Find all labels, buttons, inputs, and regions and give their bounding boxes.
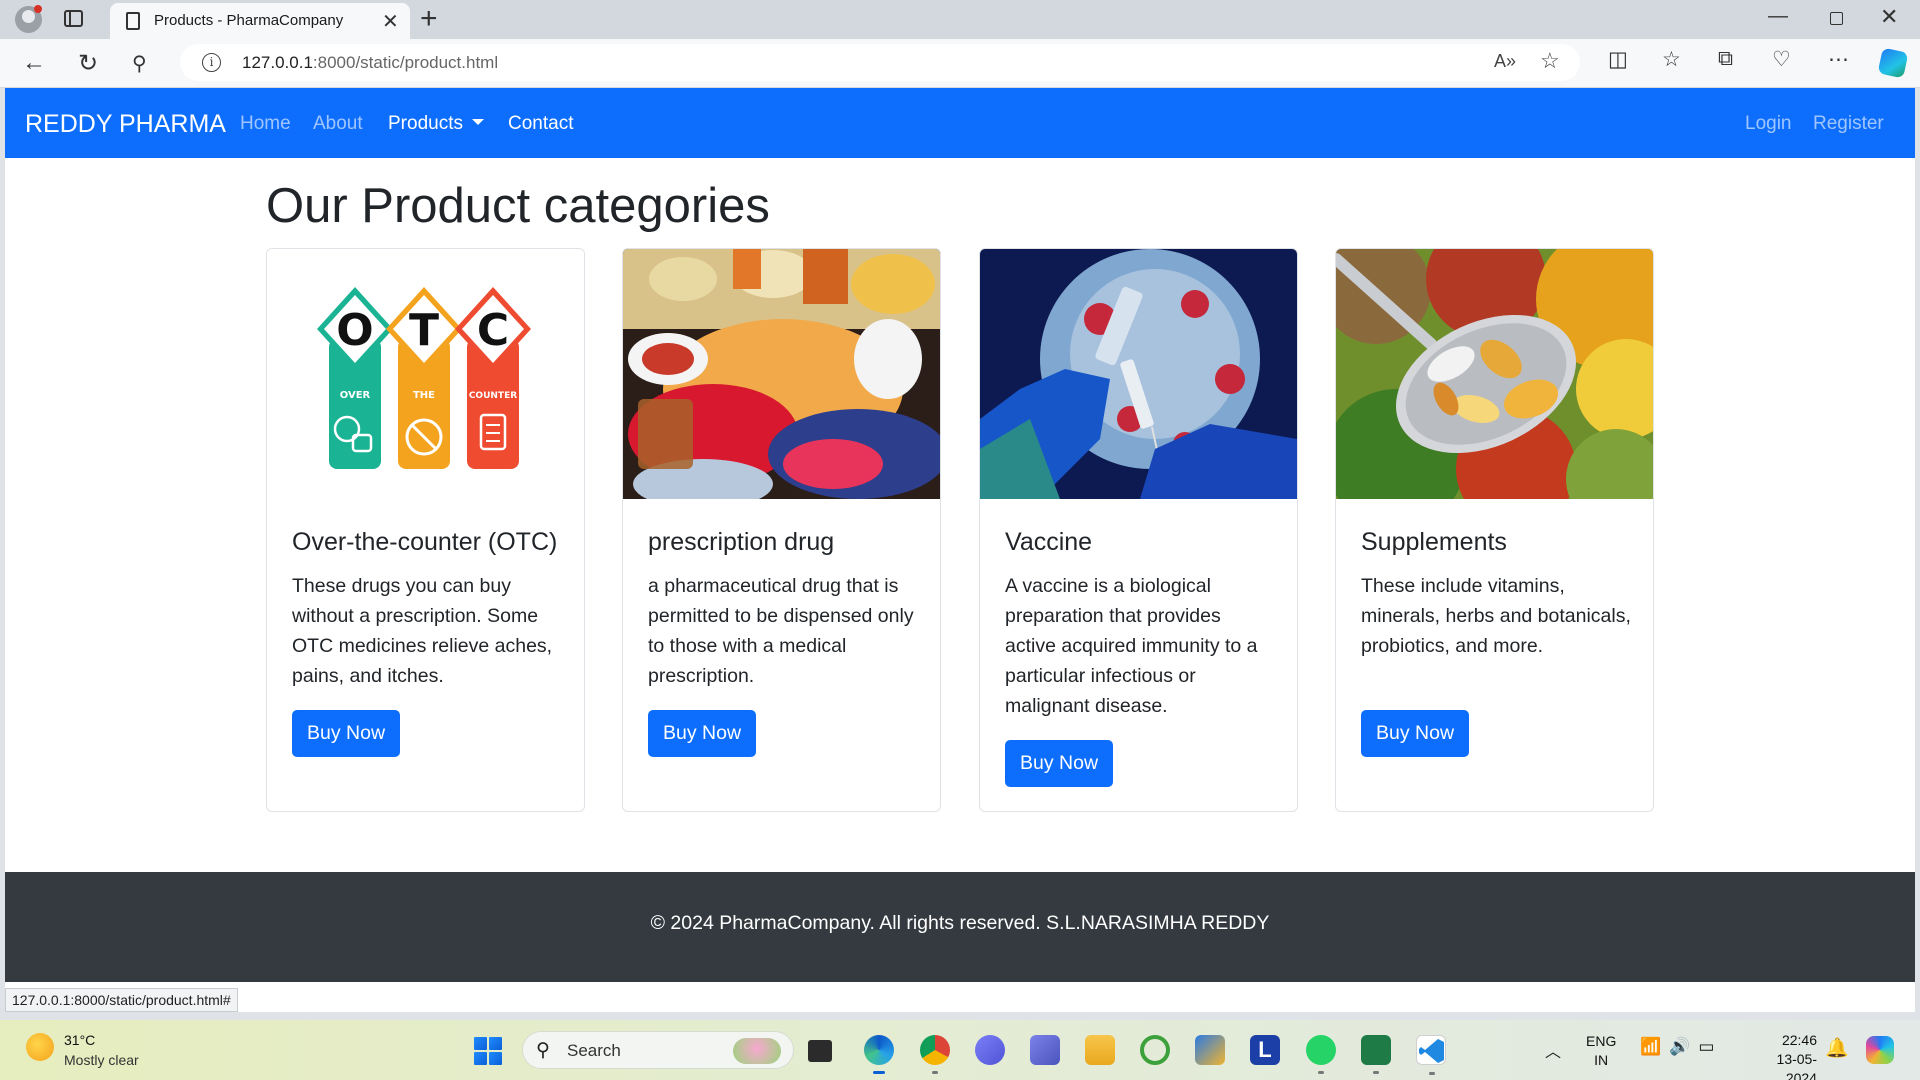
buy-now-button[interactable]: Buy Now (1361, 710, 1470, 757)
card-text: a pharmaceutical drug that is permitted … (648, 575, 914, 687)
copilot-tray-icon[interactable] (1866, 1036, 1894, 1064)
page-viewport: REDDY PHARMA Home About Products Contact… (5, 88, 1915, 1012)
nav-register[interactable]: Register (1813, 113, 1884, 135)
chrome-icon[interactable] (920, 1035, 950, 1074)
notification-bell-icon[interactable]: 🔔 (1825, 1036, 1849, 1060)
l-app-icon[interactable]: L (1250, 1035, 1280, 1065)
app-icon[interactable] (975, 1035, 1005, 1065)
whatsapp-icon[interactable] (1306, 1035, 1336, 1074)
otc-word-counter: COUNTER (469, 391, 517, 401)
language-indicator[interactable]: ENG IN (1586, 1032, 1616, 1070)
wifi-volume-battery-icons[interactable]: 📶🔊▭ (1640, 1037, 1722, 1057)
otc-letter-t: T (409, 305, 439, 356)
browser-toolbar: ← ↻ ⚲ i 127.0.0.1:8000/static/product.ht… (0, 39, 1920, 88)
buy-now-button[interactable]: Buy Now (648, 710, 757, 757)
show-hidden-icons-chevron-icon[interactable]: ︿ (1545, 1038, 1561, 1062)
excel-icon[interactable] (1361, 1035, 1391, 1074)
otc-word-over: OVER (340, 390, 371, 401)
weather-temperature[interactable]: 31°C (64, 1032, 95, 1048)
caret-down-icon (471, 119, 484, 125)
weather-description[interactable]: Mostly clear (64, 1052, 139, 1068)
link-status-bar: 127.0.0.1:8000/static/product.html# (5, 988, 238, 1012)
card-text: A vaccine is a biological preparation th… (1005, 575, 1258, 717)
notification-dot-icon (34, 5, 42, 13)
buy-now-button[interactable]: Buy Now (292, 710, 401, 757)
tab-actions-icon[interactable] (64, 10, 83, 27)
url-text[interactable]: 127.0.0.1:8000/static/product.html (242, 53, 498, 73)
otc-letter-c: C (477, 305, 509, 356)
tab-title: Products - PharmaCompany (154, 12, 344, 29)
product-card-supplements: Supplements These include vitamins, mine… (1335, 248, 1654, 812)
file-explorer-icon[interactable] (1085, 1035, 1115, 1065)
site-info-icon[interactable]: i (202, 53, 221, 72)
brand-logo[interactable]: REDDY PHARMA (25, 110, 226, 139)
footer-copyright: © 2024 PharmaCompany. All rights reserve… (650, 912, 1270, 934)
more-options-icon[interactable]: ⋯ (1828, 47, 1849, 72)
favorite-star-icon[interactable]: ☆ (1540, 48, 1560, 74)
weather-sun-icon[interactable] (26, 1033, 54, 1061)
product-card-otc: O OVER T THE C COUNTER Over-the-counter … (266, 248, 585, 812)
restore-icon[interactable] (1830, 12, 1843, 25)
address-bar[interactable]: i 127.0.0.1:8000/static/product.html A» … (180, 44, 1580, 81)
favorites-icon[interactable]: ☆ (1662, 47, 1681, 72)
windows-taskbar: 31°C Mostly clear ⚲ Search L ︿ ENG IN 📶🔊▭… (0, 1020, 1920, 1080)
app-ring-icon[interactable] (1140, 1035, 1170, 1065)
search-icon: ⚲ (536, 1040, 550, 1061)
edge-browser-icon[interactable] (864, 1035, 894, 1074)
split-screen-icon[interactable]: ◫ (1608, 47, 1628, 72)
card-title: Supplements (1361, 528, 1507, 556)
back-arrow-icon[interactable]: ← (22, 49, 46, 77)
browser-essentials-icon[interactable]: ♡ (1772, 47, 1791, 72)
product-card-prescription: prescription drug a pharmaceutical drug … (622, 248, 941, 812)
pills-image (623, 249, 940, 499)
search-icon[interactable]: ⚲ (132, 51, 147, 76)
nav-products-dropdown[interactable]: Products (388, 113, 484, 135)
otc-logo-image: O OVER T THE C COUNTER (267, 249, 584, 499)
nav-home[interactable]: Home (240, 113, 291, 135)
vscode-icon[interactable] (1416, 1035, 1446, 1075)
site-navbar: REDDY PHARMA Home About Products Contact… (5, 88, 1915, 158)
microsoft-store-icon[interactable] (1195, 1035, 1225, 1065)
vaccine-syringe-image (980, 249, 1297, 499)
reload-icon[interactable]: ↻ (78, 49, 98, 78)
page-icon (126, 12, 140, 30)
otc-word-the: THE (413, 390, 435, 401)
browser-tab[interactable]: Products - PharmaCompany ✕ (110, 3, 410, 39)
windows-start-icon[interactable] (474, 1037, 502, 1065)
search-highlight-icon (733, 1038, 781, 1064)
card-title: prescription drug (648, 528, 835, 556)
site-footer: © 2024 PharmaCompany. All rights reserve… (5, 872, 1915, 982)
minimize-icon[interactable]: — (1768, 5, 1788, 28)
card-title: Vaccine (1005, 528, 1093, 556)
new-tab-icon[interactable]: + (420, 2, 438, 36)
close-window-icon[interactable]: ✕ (1880, 4, 1898, 30)
product-card-vaccine: Vaccine A vaccine is a biological prepar… (979, 248, 1298, 812)
collections-icon[interactable]: ⧉ (1718, 47, 1733, 71)
card-text: These drugs you can buy without a prescr… (292, 575, 553, 687)
nav-contact[interactable]: Contact (508, 113, 573, 135)
page-title: Our Product categories (266, 179, 770, 233)
nav-about[interactable]: About (313, 113, 363, 135)
buy-now-button[interactable]: Buy Now (1005, 740, 1114, 787)
task-view-icon[interactable] (808, 1040, 832, 1062)
nav-login[interactable]: Login (1745, 113, 1792, 135)
search-label: Search (567, 1041, 621, 1060)
browser-tab-bar: Products - PharmaCompany ✕ + — ✕ (0, 0, 1920, 39)
close-tab-icon[interactable]: ✕ (382, 9, 399, 34)
supplements-spoon-image (1336, 249, 1653, 499)
read-aloud-icon[interactable]: A» (1494, 51, 1516, 72)
otc-letter-o: O (336, 305, 373, 356)
system-clock[interactable]: 22:46 13-05-2024 (1760, 1031, 1817, 1080)
card-text: These include vitamins, minerals, herbs … (1361, 575, 1631, 657)
card-title: Over-the-counter (OTC) (292, 528, 558, 556)
teams-icon[interactable] (1030, 1035, 1060, 1065)
taskbar-search[interactable]: ⚲ Search (522, 1031, 794, 1069)
